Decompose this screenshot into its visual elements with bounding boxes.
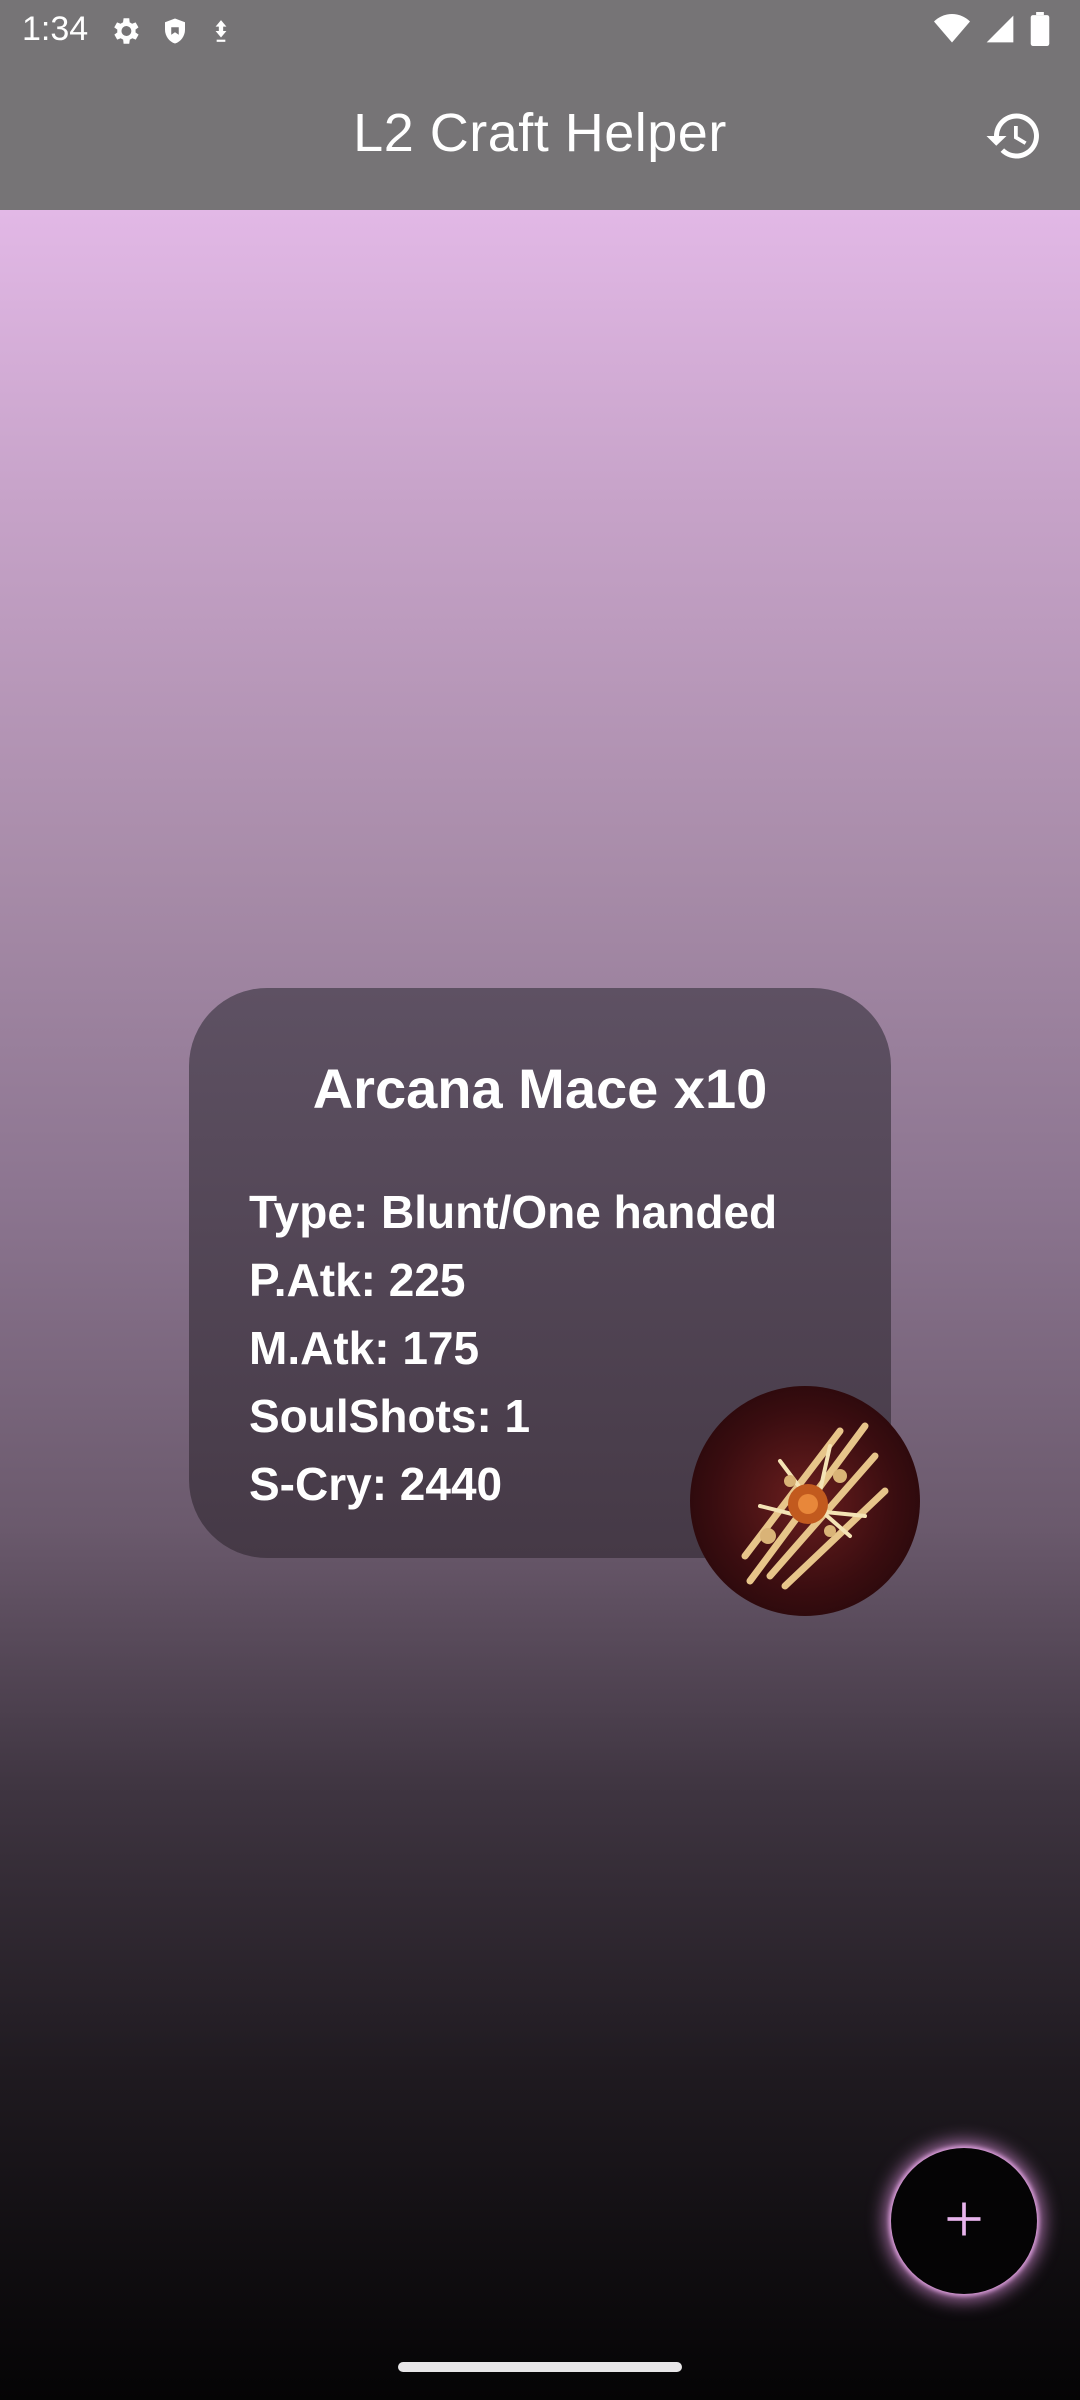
status-bar: 1:34 [0, 0, 1080, 62]
item-title: Arcana Mace x10 [312, 1057, 768, 1120]
status-time: 1:34 [22, 10, 89, 48]
stat-type: Type: Blunt/One handed [249, 1186, 778, 1238]
arcana-mace-icon [690, 1386, 920, 1616]
app-title: L2 Craft Helper [353, 103, 727, 163]
data-saver-icon [208, 16, 234, 51]
settings-icon [108, 14, 142, 53]
history-icon [984, 106, 1044, 171]
stat-soulshots: SoulShots: 1 [249, 1390, 531, 1442]
history-button[interactable] [978, 102, 1050, 174]
wifi-icon [934, 13, 970, 50]
battery-icon [1030, 12, 1050, 51]
shield-icon [160, 14, 190, 53]
add-button[interactable] [891, 2148, 1037, 2294]
status-left-icons [108, 14, 234, 53]
app-bar: L2 Craft Helper [0, 62, 1080, 210]
plus-icon [942, 2197, 986, 2246]
stat-matk: M.Atk: 175 [249, 1322, 480, 1374]
stat-patk: P.Atk: 225 [249, 1254, 466, 1306]
gesture-nav-handle[interactable] [398, 2362, 682, 2372]
status-right-icons [934, 12, 1050, 51]
cell-signal-icon [984, 13, 1016, 50]
